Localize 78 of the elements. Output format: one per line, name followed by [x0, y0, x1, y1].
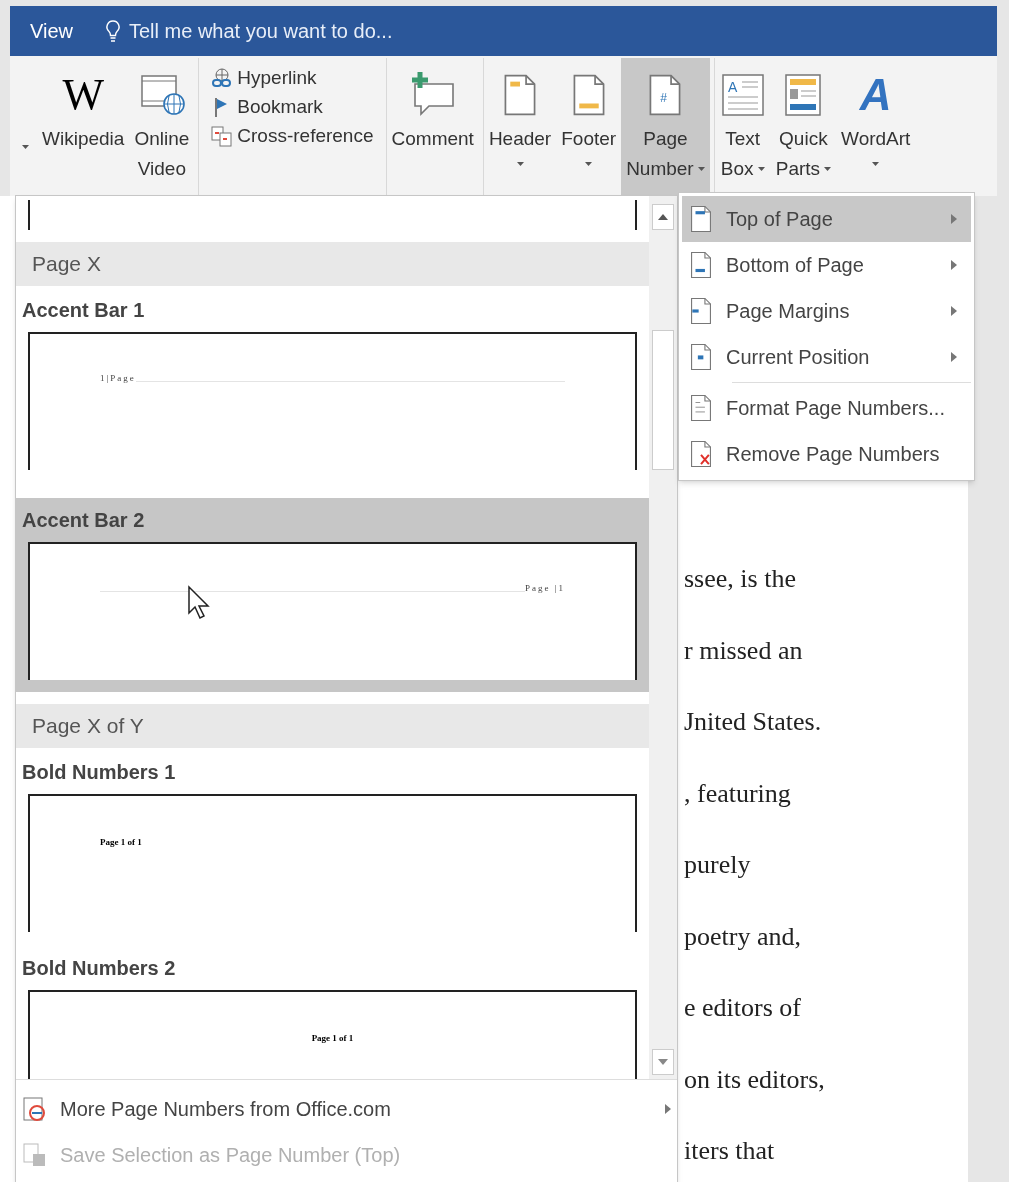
page-number-sample: Page 1 of 1 — [100, 836, 142, 849]
gallery-item-title: Accent Bar 2 — [21, 508, 146, 533]
gallery-item[interactable]: Accent Bar 1 1|Page — [16, 288, 649, 482]
gallery-item-title: Accent Bar 1 — [21, 298, 146, 323]
save-page-icon — [22, 1142, 48, 1168]
ribbon-button[interactable]: Hyperlink — [211, 66, 374, 90]
footer-page-icon — [571, 72, 606, 118]
page-number-sample: Page 1 of 1 — [311, 1032, 354, 1045]
header-page-icon — [503, 72, 538, 118]
caret-icon — [697, 167, 705, 171]
caret-icon — [585, 162, 593, 166]
cross-reference-icon — [211, 125, 234, 147]
page-margin-icon — [690, 297, 712, 325]
menu-item[interactable]: Remove Page Numbers — [682, 431, 971, 477]
menu-item[interactable]: Bottom of Page — [682, 242, 971, 288]
ribbon-button[interactable]: W Wikipedia — [37, 58, 130, 196]
caret-icon — [824, 167, 832, 171]
scroll-up-button[interactable] — [652, 204, 674, 230]
ribbon-button[interactable]: Cross-reference — [211, 124, 374, 148]
gallery-menu-item[interactable]: More Page Numbers from Office.com — [16, 1086, 677, 1132]
gallery-item-title: Bold Numbers 1 — [21, 760, 177, 785]
tell-me-field[interactable]: Tell me what you want to do... — [105, 16, 429, 46]
submenu-arrow-icon — [951, 352, 957, 362]
down-arrow-icon — [658, 1059, 668, 1065]
ribbon-button[interactable]: Bookmark — [211, 95, 374, 119]
page-current-icon — [690, 343, 712, 371]
document-text: Jnited States. — [684, 706, 823, 738]
document-text: , featuring — [684, 777, 792, 810]
format-pages-icon — [690, 394, 712, 422]
menu-item[interactable]: Page Margins — [682, 288, 971, 334]
page-top-icon — [690, 205, 712, 233]
caret-icon — [757, 167, 765, 171]
section-heading: Page X — [16, 242, 649, 286]
remove-page-icon — [690, 440, 712, 468]
document-text: ssee, is the — [684, 563, 797, 595]
document-text: iters that — [684, 1135, 776, 1167]
ribbon-button[interactable]: # Page Number — [621, 58, 710, 196]
menu-item[interactable]: Current Position — [682, 334, 971, 380]
gallery-item[interactable]: Bold Numbers 2 Page 1 of 1 — [16, 946, 649, 1079]
submenu-arrow-icon — [951, 260, 957, 270]
gallery-item[interactable]: Accent Bar 2 Page |1 — [16, 498, 649, 692]
ribbon-button[interactable]: Online Video — [129, 58, 195, 196]
caret-icon — [516, 162, 524, 166]
scroll-thumb[interactable] — [652, 330, 674, 470]
section-heading: Page X of Y — [16, 704, 649, 748]
document-text: poetry and, — [684, 920, 802, 953]
submenu-arrow-icon — [951, 214, 957, 224]
text-box-icon: A — [719, 72, 766, 118]
mouse-pointer-icon — [187, 585, 211, 621]
wikipedia-logo-icon: W — [62, 71, 104, 119]
page-number-icon: # — [648, 72, 683, 118]
page-number-sample: Page |1 — [524, 582, 565, 596]
menu-item[interactable]: Top of Page — [682, 196, 971, 242]
office-page-icon — [22, 1096, 48, 1122]
wordart-icon: A — [859, 71, 892, 119]
document-text: on its editors, — [684, 1063, 825, 1096]
ribbon-tab[interactable]: View — [30, 16, 73, 46]
ribbon-button[interactable]: A WordArt — [836, 58, 916, 196]
menu-item[interactable]: Format Page Numbers... — [682, 385, 971, 431]
scrollbar[interactable] — [649, 196, 677, 1079]
globe-link-icon — [211, 67, 234, 89]
gallery-item-title: Bold Numbers 2 — [21, 956, 177, 981]
document-text: e editors of — [684, 992, 802, 1024]
scroll-down-button[interactable] — [652, 1049, 674, 1075]
document-text: purely — [684, 849, 752, 881]
document-text: r missed an — [684, 634, 804, 667]
gallery-item[interactable]: Bold Numbers 1 Page 1 of 1 — [16, 750, 649, 944]
page-bottom-icon — [690, 251, 712, 279]
ribbon-button[interactable]: Footer — [556, 58, 622, 196]
lightbulb-icon — [105, 19, 121, 43]
page-number-sample: 1|Page — [100, 372, 136, 386]
up-arrow-icon — [658, 214, 668, 220]
submenu-arrow-icon — [951, 306, 957, 316]
submenu-arrow-icon — [665, 1104, 671, 1114]
ribbon-button[interactable]: Header — [483, 58, 557, 196]
caret-icon — [872, 162, 880, 166]
ribbon-button[interactable]: Comment — [386, 58, 479, 196]
quick-parts-icon — [783, 72, 824, 118]
